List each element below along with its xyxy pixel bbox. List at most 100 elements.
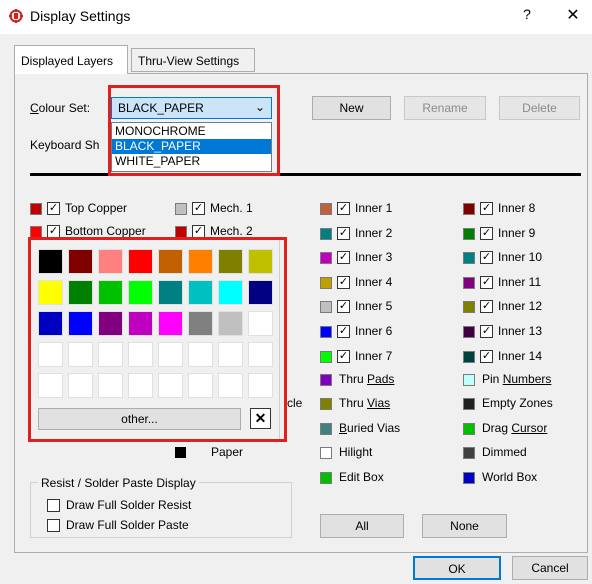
palette-color-cell[interactable]: [68, 280, 93, 305]
palette-color-cell[interactable]: [98, 373, 123, 398]
palette-color-cell[interactable]: [38, 311, 63, 336]
palette-color-cell[interactable]: [248, 249, 273, 274]
palette-color-cell[interactable]: [158, 373, 183, 398]
color-swatch[interactable]: [463, 350, 475, 363]
palette-color-cell[interactable]: [38, 280, 63, 305]
checkbox[interactable]: ✓: [47, 202, 60, 215]
palette-color-cell[interactable]: [188, 280, 213, 305]
color-swatch[interactable]: [320, 422, 332, 435]
checkbox[interactable]: ✓: [480, 226, 493, 240]
tab-displayed-layers[interactable]: Displayed Layers: [14, 45, 128, 74]
checkbox[interactable]: ✓: [337, 226, 350, 240]
ok-button[interactable]: OK: [413, 556, 501, 580]
color-swatch[interactable]: [175, 203, 187, 215]
dropdown-option-monochrome[interactable]: MONOCHROME: [112, 124, 271, 139]
palette-color-cell[interactable]: [188, 311, 213, 336]
color-swatch[interactable]: [463, 276, 475, 289]
other-colors-button[interactable]: other...: [38, 408, 241, 430]
palette-color-cell[interactable]: [248, 311, 273, 336]
checkbox[interactable]: ✓: [337, 325, 350, 338]
palette-color-cell[interactable]: [128, 311, 153, 336]
color-swatch[interactable]: [320, 326, 332, 338]
palette-color-cell[interactable]: [38, 342, 63, 367]
palette-color-cell[interactable]: [248, 373, 273, 398]
color-swatch[interactable]: [30, 226, 42, 238]
palette-color-cell[interactable]: [68, 373, 93, 398]
palette-color-cell[interactable]: [98, 342, 123, 367]
palette-color-cell[interactable]: [128, 373, 153, 398]
checkbox[interactable]: ✓: [337, 349, 350, 363]
paper-color-swatch[interactable]: [175, 447, 186, 458]
palette-color-cell[interactable]: [98, 311, 123, 336]
checkbox[interactable]: ✓: [192, 225, 205, 238]
checkbox[interactable]: ✓: [192, 202, 205, 215]
palette-color-cell[interactable]: [218, 311, 243, 336]
dropdown-option-black-paper[interactable]: BLACK_PAPER: [112, 139, 271, 154]
checkbox[interactable]: ✓: [480, 300, 493, 314]
rename-button[interactable]: Rename: [404, 96, 486, 120]
color-swatch[interactable]: [463, 447, 475, 460]
palette-color-cell[interactable]: [38, 373, 63, 398]
color-swatch[interactable]: [320, 447, 332, 460]
palette-color-cell[interactable]: [158, 249, 183, 274]
checkbox[interactable]: ✓: [47, 225, 60, 238]
checkbox[interactable]: ✓: [480, 325, 493, 338]
color-swatch[interactable]: [320, 301, 332, 314]
palette-color-cell[interactable]: [98, 249, 123, 274]
color-swatch[interactable]: [320, 227, 332, 240]
chevron-down-icon[interactable]: ⌄: [255, 100, 265, 114]
palette-color-cell[interactable]: [188, 249, 213, 274]
palette-color-cell[interactable]: [218, 249, 243, 274]
palette-color-cell[interactable]: [218, 280, 243, 305]
palette-color-cell[interactable]: [218, 373, 243, 398]
palette-color-cell[interactable]: [98, 280, 123, 305]
palette-color-cell[interactable]: [158, 311, 183, 336]
close-palette-button[interactable]: ✕: [250, 408, 271, 429]
palette-color-cell[interactable]: [38, 249, 63, 274]
color-swatch[interactable]: [463, 398, 475, 411]
color-swatch[interactable]: [463, 252, 475, 265]
color-swatch[interactable]: [320, 374, 332, 386]
colour-set-select[interactable]: BLACK_PAPER ⌄: [111, 97, 272, 119]
palette-color-cell[interactable]: [128, 342, 153, 367]
color-swatch[interactable]: [320, 203, 332, 215]
color-swatch[interactable]: [320, 252, 332, 265]
delete-button[interactable]: Delete: [499, 96, 580, 120]
dropdown-option-white-paper[interactable]: WHITE_PAPER: [112, 154, 271, 169]
palette-color-cell[interactable]: [248, 342, 273, 367]
color-swatch[interactable]: [320, 350, 332, 363]
palette-color-cell[interactable]: [68, 342, 93, 367]
help-button[interactable]: ?: [520, 6, 534, 22]
all-button[interactable]: All: [320, 514, 404, 538]
palette-color-cell[interactable]: [128, 249, 153, 274]
draw-full-solder-paste-checkbox[interactable]: [47, 519, 60, 532]
checkbox[interactable]: ✓: [337, 300, 350, 314]
palette-color-cell[interactable]: [188, 342, 213, 367]
checkbox[interactable]: ✓: [480, 202, 493, 215]
color-swatch[interactable]: [320, 471, 332, 484]
palette-color-cell[interactable]: [248, 280, 273, 305]
palette-color-cell[interactable]: [68, 249, 93, 274]
palette-color-cell[interactable]: [188, 373, 213, 398]
checkbox[interactable]: ✓: [480, 275, 493, 289]
palette-color-cell[interactable]: [158, 280, 183, 305]
palette-color-cell[interactable]: [128, 280, 153, 305]
color-swatch[interactable]: [463, 227, 475, 240]
color-swatch[interactable]: [320, 398, 332, 411]
draw-full-solder-resist-checkbox[interactable]: [47, 499, 60, 512]
color-swatch[interactable]: [175, 226, 187, 238]
checkbox[interactable]: ✓: [480, 349, 493, 363]
palette-color-cell[interactable]: [218, 342, 243, 367]
checkbox[interactable]: ✓: [480, 251, 493, 265]
palette-color-cell[interactable]: [68, 311, 93, 336]
checkbox[interactable]: ✓: [337, 275, 350, 289]
color-swatch[interactable]: [463, 422, 475, 435]
color-swatch[interactable]: [463, 203, 475, 215]
checkbox[interactable]: ✓: [337, 202, 350, 215]
color-swatch[interactable]: [320, 276, 332, 289]
color-swatch[interactable]: [30, 203, 42, 215]
palette-color-cell[interactable]: [158, 342, 183, 367]
new-button[interactable]: New: [312, 96, 391, 120]
color-swatch[interactable]: [463, 374, 475, 386]
color-swatch[interactable]: [463, 471, 475, 484]
